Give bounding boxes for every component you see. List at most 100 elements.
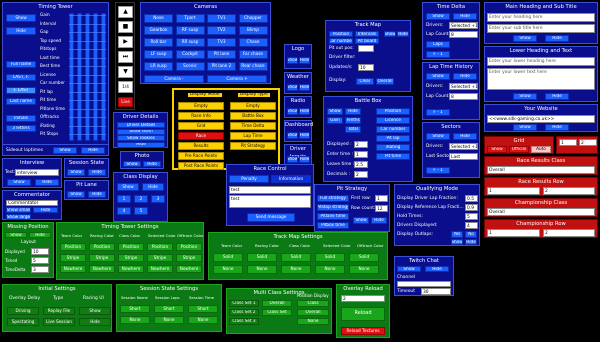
qualifying-hide-button[interactable]: Hide — [465, 239, 477, 245]
display-type-option[interactable]: Battle Box — [230, 112, 276, 120]
battle-box-column-option[interactable]: iRating — [376, 144, 410, 151]
dashboard-show-button[interactable]: Show — [287, 132, 298, 139]
twitch-hide-button[interactable]: Hide — [425, 266, 449, 272]
driver-inputs-show-button[interactable]: Show — [287, 156, 298, 163]
name-format-option[interactable]: LAST, F. — [6, 74, 36, 81]
main-heading-input[interactable]: Enter your heading here — [487, 13, 595, 22]
sectors-show-button[interactable]: Show — [426, 133, 450, 140]
missing-position-hide-button[interactable]: Hide — [29, 232, 51, 238]
timing-column-option[interactable]: Top speed — [40, 38, 61, 43]
class-display-option[interactable]: 1 — [117, 195, 131, 203]
timing-column-option[interactable]: Last time — [40, 55, 60, 60]
leave-time-input[interactable]: 2.5 — [354, 161, 368, 168]
timing-column-option[interactable]: Gap — [40, 29, 48, 34]
display-type-option[interactable]: Pit Strategy — [230, 142, 276, 150]
dashboard-hide-button[interactable]: Hide — [299, 132, 310, 139]
camera-option[interactable]: Rear chase — [238, 62, 268, 71]
championship-row-1[interactable]: 1 — [487, 229, 540, 237]
website-input[interactable]: <<www.sdk-gaming.co.uk>> — [487, 115, 595, 123]
name-format-option[interactable]: Last name — [6, 98, 36, 105]
displayed-input[interactable]: 2 — [354, 141, 368, 148]
track-map-clear-button[interactable]: Clear — [356, 78, 374, 85]
sideout-hide-button[interactable]: Hide — [81, 147, 105, 154]
display-mode-option[interactable]: Results — [178, 142, 224, 150]
qualifying-show-button[interactable]: Show — [451, 239, 463, 245]
twitch-show-button[interactable]: Show — [397, 266, 421, 272]
lap-history-hide-button[interactable]: Hide — [453, 73, 477, 80]
camera-option[interactable]: Pit lane 2 — [207, 62, 236, 71]
reload-button[interactable]: Reload — [341, 307, 385, 321]
sectors-f1-button[interactable]: F - 1 — [426, 167, 450, 174]
channel-input[interactable] — [397, 281, 451, 287]
display-mode-option[interactable]: Race Info — [178, 112, 224, 120]
grid-auto-button[interactable]: Auto — [531, 146, 551, 153]
outlaps-yes-button[interactable]: Yes — [451, 231, 463, 238]
initial-settings-option[interactable]: Live Session — [43, 318, 75, 326]
multi-class-overall-button[interactable]: Overall — [262, 300, 292, 307]
settings-option[interactable]: None — [213, 265, 243, 274]
commentator-name-input[interactable]: Commentator — [6, 200, 58, 206]
grid-show-button[interactable]: Show — [487, 146, 507, 153]
track-map-car-number-button[interactable]: Car number — [329, 38, 353, 44]
timing-column-option[interactable]: iRating — [40, 123, 55, 128]
lap-history-lap-count-input[interactable]: 8 — [449, 93, 478, 100]
time-delta-f1-button[interactable]: F - 1 — [426, 51, 450, 58]
settings-option[interactable]: Solid — [349, 253, 379, 262]
initial-settings-option[interactable]: Show — [79, 307, 111, 315]
missing-position-show-button[interactable]: Show — [5, 232, 27, 238]
settings-option[interactable]: Nowhere — [89, 265, 115, 273]
timing-column-option[interactable]: Best time — [40, 63, 60, 68]
camera-option[interactable]: Chase — [238, 38, 268, 47]
settings-option[interactable]: Position — [89, 243, 115, 251]
camera-prev-button[interactable]: Camera - — [144, 75, 204, 83]
grid-value-2[interactable]: 2 — [579, 139, 597, 146]
time-delta-drivers-select[interactable]: Selected +1 — [449, 22, 478, 29]
session-state-hide-button[interactable]: Hide — [88, 169, 106, 176]
interview-hide-button[interactable]: Hide — [35, 179, 59, 186]
display-mode-option[interactable]: Pre Race Points — [178, 152, 224, 160]
driver-details-option[interactable]: Show rookies — [117, 135, 165, 141]
show-small-button[interactable]: Show small — [6, 207, 31, 213]
sectors-last-sector-select[interactable]: Last — [449, 153, 478, 160]
camera-option[interactable]: Blimp — [238, 26, 268, 35]
radio-show-button[interactable]: Show — [287, 108, 298, 115]
camera-option[interactable]: Pit lane — [207, 50, 236, 59]
initial-settings-option[interactable]: Spectating — [7, 318, 39, 326]
race-results-class-select[interactable]: Overall — [487, 166, 595, 174]
display-type-option[interactable]: Lap Time — [230, 132, 276, 140]
settings-option[interactable]: Nowhere — [147, 265, 173, 273]
race-results-row-2[interactable]: 2 — [543, 187, 595, 195]
show-large-button[interactable]: Show large — [6, 214, 31, 220]
camera-option[interactable]: RR susp — [175, 38, 205, 47]
camera-option[interactable]: Roll bar — [144, 38, 173, 47]
updates-input[interactable]: 10 — [358, 64, 374, 71]
camera-option[interactable]: Nose — [144, 14, 173, 23]
race-control-message-input[interactable]: test — [229, 195, 311, 208]
class-display-option[interactable]: 5 — [134, 207, 148, 215]
timing-tower-show-button[interactable]: Show — [6, 14, 36, 22]
hold-times-input[interactable]: 5 — [465, 213, 478, 220]
website-show-button[interactable]: Show — [513, 124, 537, 131]
name-format-option[interactable]: Initials — [6, 115, 36, 122]
live-button[interactable]: Live — [118, 97, 133, 107]
pit-strategy-option[interactable]: Pitbox time — [317, 222, 349, 229]
display-type-option[interactable]: Empty — [230, 102, 276, 110]
track-map-position-button[interactable]: Position — [329, 31, 353, 37]
drivers-displayed-input[interactable]: 4 — [465, 222, 478, 229]
timing-column-option[interactable]: License — [40, 72, 56, 77]
track-map-intervals-button[interactable]: Intervals — [355, 31, 379, 37]
driver-details-option[interactable]: Hide — [117, 141, 165, 148]
track-map-pit-board-button[interactable]: Pit board — [355, 38, 379, 44]
camera-option[interactable]: TV3 — [207, 38, 236, 47]
settings-option[interactable]: None — [315, 265, 345, 274]
driver-lap-fraction-input[interactable]: 0.5 — [465, 195, 478, 202]
sideout-show-button[interactable]: Show — [53, 147, 77, 154]
grid-official-button[interactable]: Official — [509, 146, 529, 153]
battle-box-column-option[interactable]: Position — [376, 108, 410, 115]
layout-row-input[interactable]: 10 — [31, 248, 49, 255]
battle-box-column-option[interactable]: Pit lap — [376, 135, 410, 142]
time-delta-hide-button[interactable]: Hide — [453, 13, 477, 20]
settings-option[interactable]: None — [120, 316, 150, 324]
settings-option[interactable]: None — [154, 316, 184, 324]
website-hide-button[interactable]: Hide — [545, 124, 569, 131]
